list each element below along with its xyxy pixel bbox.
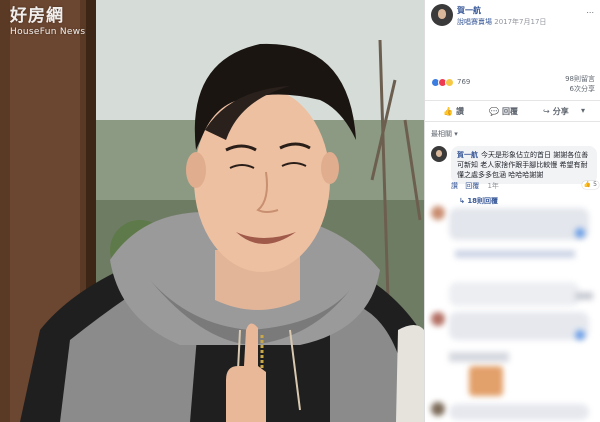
watermark-brand-cn: 好房網 [10, 6, 64, 26]
comment-bubble: 賀一航 今天是形象佔立的首日 謝謝各位善可新知 老人家捨作跟手腳比較慢 希望有耐懂… [451, 146, 599, 190]
page-name-link[interactable]: 說唱賽賣場 [457, 18, 492, 26]
blurred-avatar [431, 402, 445, 416]
share-label: 分享 [552, 107, 569, 116]
comment-like-count: 5 [593, 180, 597, 188]
like-label: 讚 [455, 107, 464, 116]
blurred-badge [575, 330, 585, 340]
comment-actions: 讚 回覆 1年 [451, 181, 499, 191]
blurred-comment [449, 312, 589, 340]
facebook-post-panel: 賀一航 說唱賽賣場 2017年7月17日 ... 769 98則留言 6次分享 … [424, 0, 600, 422]
reply-icon: 💬 [489, 107, 499, 116]
blurred-comment [455, 250, 575, 258]
comment-time[interactable]: 1年 [487, 182, 498, 190]
commenter-name[interactable]: 賀一航 [457, 151, 478, 159]
post-options-button[interactable]: ... [586, 6, 594, 15]
reaction-summary[interactable]: 769 98則留言 6次分享 [431, 72, 595, 94]
reply-label: 回覆 [501, 107, 518, 116]
commenter-avatar[interactable] [431, 146, 447, 162]
blurred-comments [425, 206, 600, 422]
reaction-haha-icon [445, 78, 454, 87]
post-meta: 說唱賽賣場 2017年7月17日 [457, 17, 546, 27]
comment-filter-dropdown[interactable]: 最相關 ▾ [431, 129, 458, 139]
like-button[interactable]: 👍 讚 [443, 106, 464, 117]
blurred-avatar [431, 206, 445, 220]
comment-like-link[interactable]: 讚 [451, 182, 458, 190]
blurred-comment [449, 208, 589, 240]
comment-reply-link[interactable]: 回覆 [465, 182, 479, 190]
share-count[interactable]: 6次分享 [570, 84, 595, 94]
post-action-bar: 👍 讚 💬 回覆 ↪ 分享 ▾ [425, 100, 600, 122]
post-date[interactable]: 2017年7月17日 [494, 18, 546, 26]
reply-button[interactable]: 💬 回覆 [489, 106, 518, 117]
news-photo: 好房網 HouseFun News [0, 0, 424, 422]
reaction-count[interactable]: 769 [457, 78, 470, 86]
comment-count[interactable]: 98則留言 [565, 74, 595, 84]
blurred-sticker [469, 366, 503, 396]
comment-like-badge[interactable]: 👍 5 [581, 180, 599, 190]
audience-dropdown[interactable]: ▾ [581, 106, 585, 115]
watermark-brand-en: HouseFun News [10, 27, 86, 37]
blurred-comment [449, 352, 509, 362]
share-icon: ↪ [543, 107, 550, 116]
like-icon: 👍 [443, 107, 453, 116]
blurred-comment [449, 282, 579, 306]
author-name[interactable]: 賀一航 [457, 5, 481, 16]
watermark: 好房網 HouseFun News [10, 8, 85, 37]
blurred-badge [575, 292, 593, 300]
blurred-comment [449, 404, 589, 420]
view-replies-link[interactable]: ↳ 18則回覆 [459, 196, 498, 206]
post-header: 賀一航 說唱賽賣場 2017年7月17日 ... [425, 0, 600, 34]
share-button[interactable]: ↪ 分享 [543, 106, 569, 117]
blurred-avatar [431, 312, 445, 326]
blurred-badge [575, 228, 585, 238]
portrait-illustration [0, 0, 424, 422]
replies-count: 18則回覆 [467, 197, 499, 205]
author-avatar[interactable] [431, 4, 453, 26]
